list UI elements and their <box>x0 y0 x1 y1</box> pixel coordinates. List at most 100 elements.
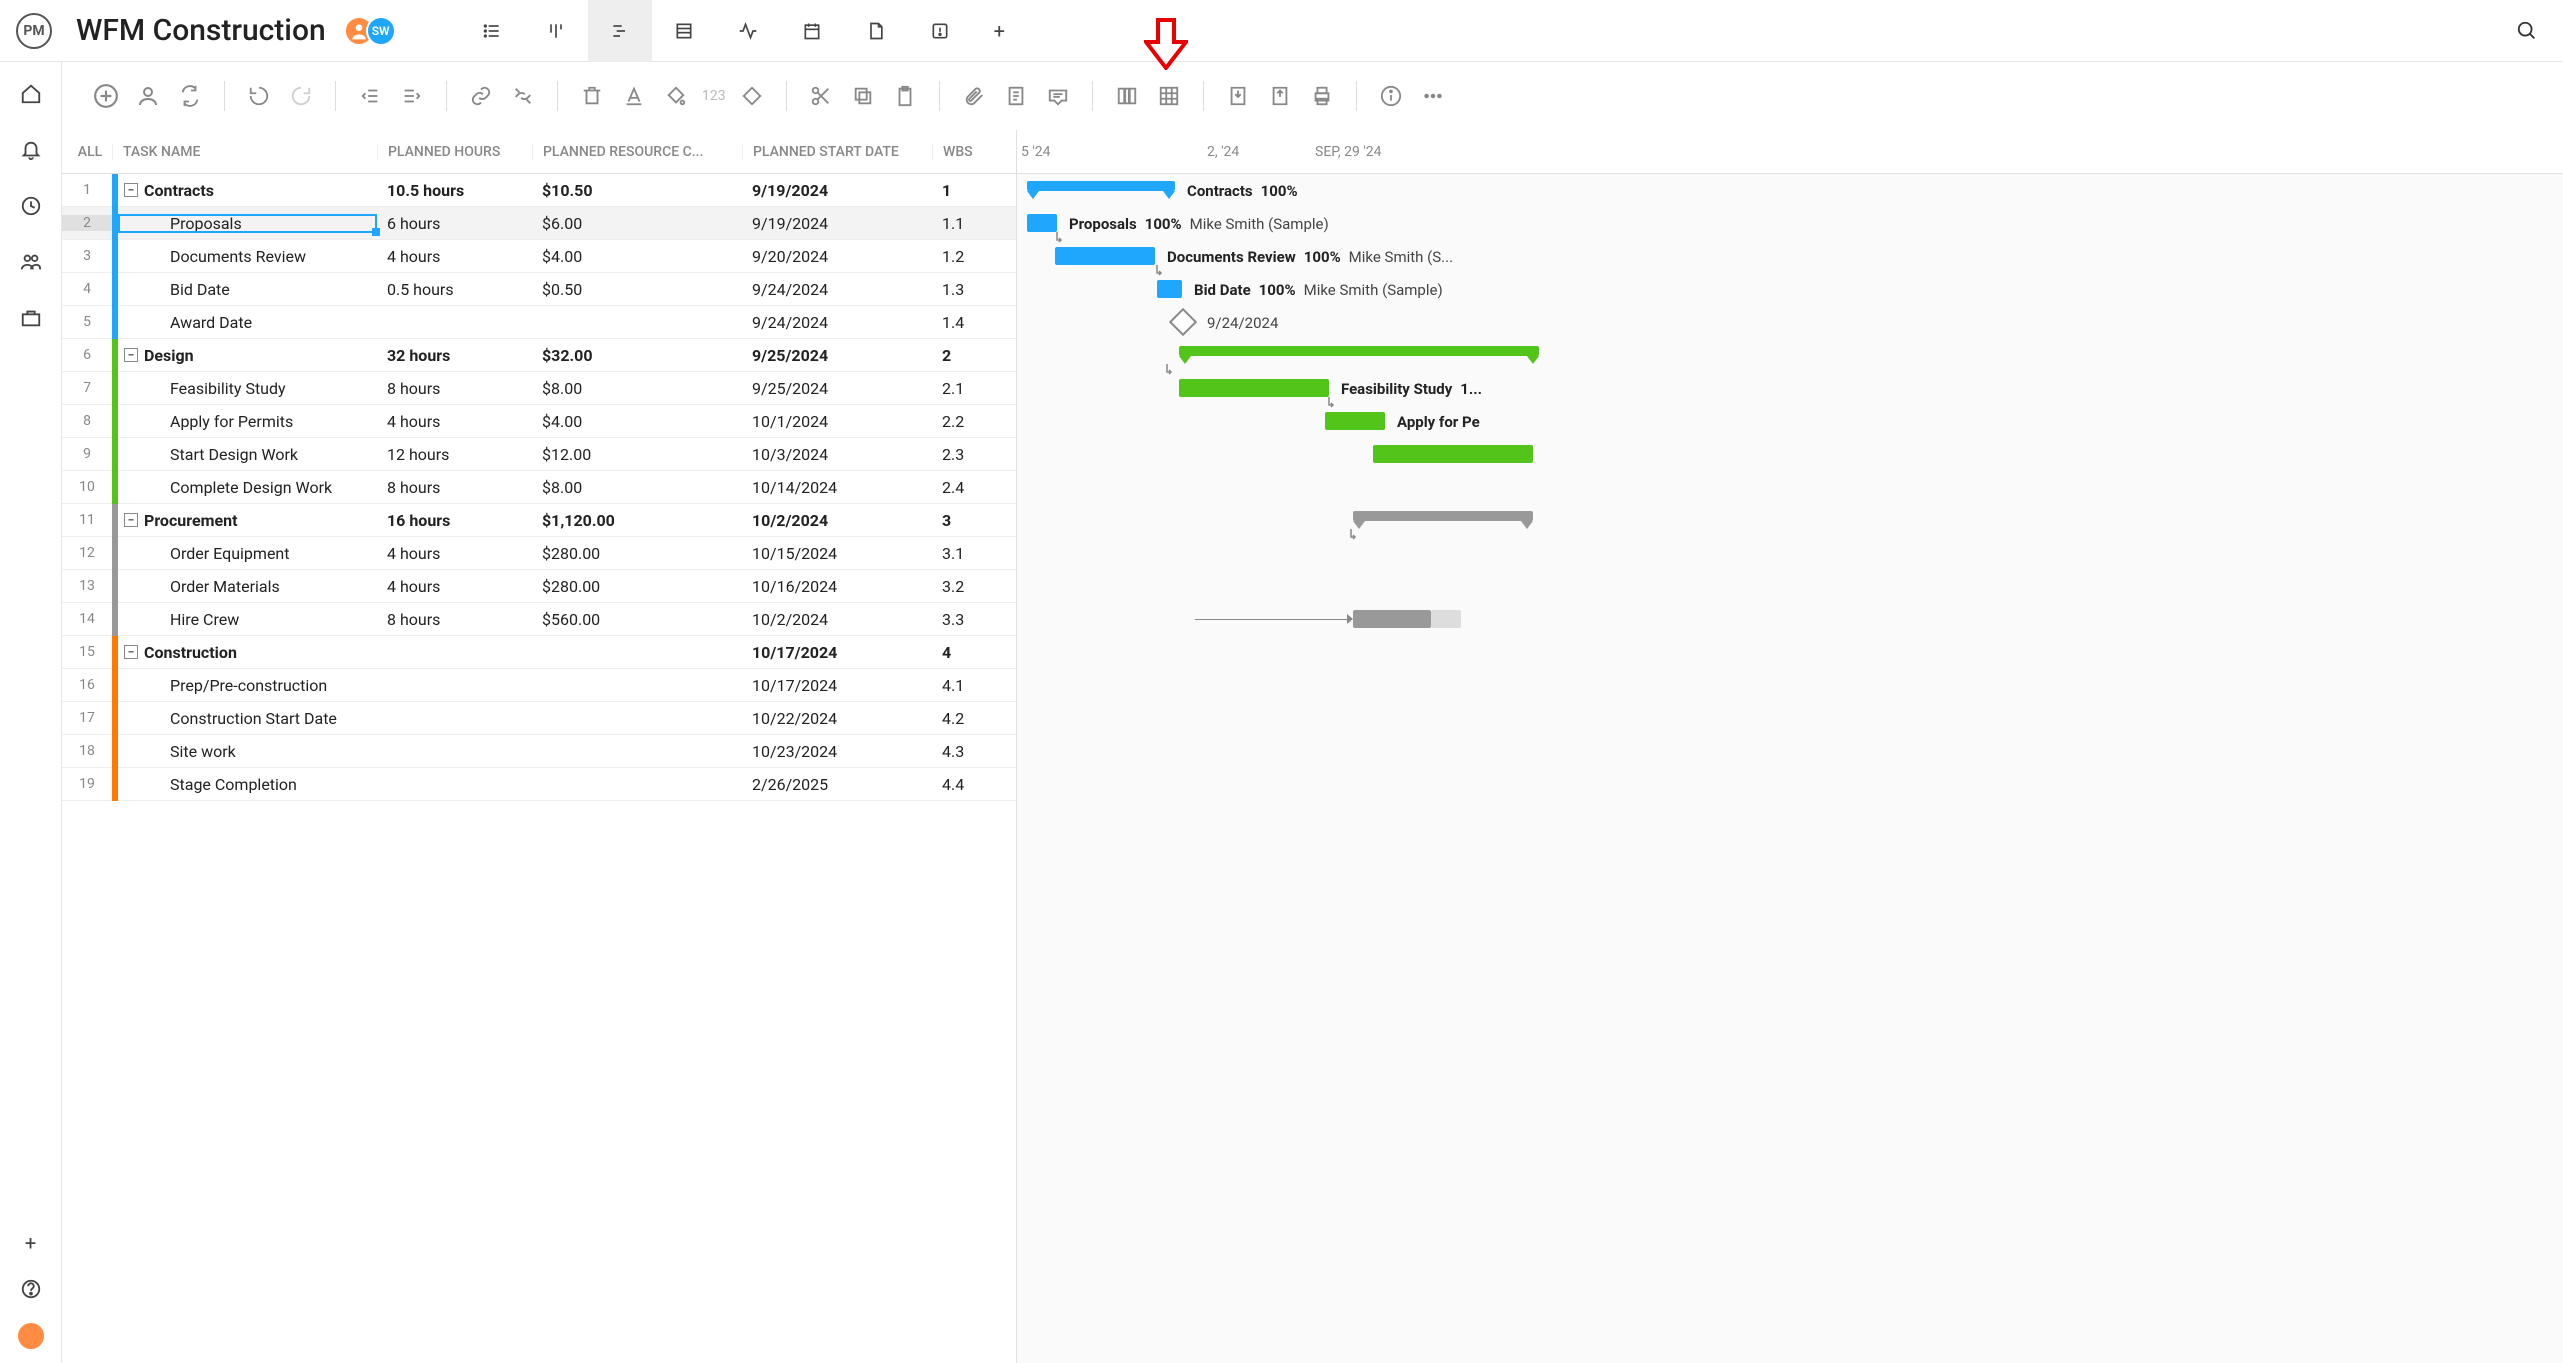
task-row[interactable]: 4Bid Date0.5 hours$0.509/24/20241.3 <box>62 273 1016 306</box>
task-row[interactable]: 3Documents Review4 hours$4.009/20/20241.… <box>62 240 1016 273</box>
wbs-cell[interactable]: 2.3 <box>932 445 1002 464</box>
task-name-cell[interactable]: Award Date <box>118 313 377 332</box>
planned-start-cell[interactable]: 10/16/2024 <box>742 577 932 596</box>
task-row[interactable]: 19Stage Completion2/26/20254.4 <box>62 768 1016 801</box>
planned-hours-cell[interactable]: 32 hours <box>377 346 532 365</box>
expand-toggle[interactable]: − <box>124 513 138 527</box>
task-row[interactable]: 5Award Date9/24/20241.4 <box>62 306 1016 339</box>
row-number[interactable]: 5 <box>62 314 112 330</box>
task-row[interactable]: 13Order Materials4 hours$280.0010/16/202… <box>62 570 1016 603</box>
wbs-cell[interactable]: 4.1 <box>932 676 1002 695</box>
planned-start-cell[interactable]: 10/1/2024 <box>742 412 932 431</box>
gantt-row[interactable] <box>1017 603 2563 636</box>
row-number[interactable]: 18 <box>62 743 112 759</box>
columns-button[interactable] <box>1111 80 1143 112</box>
row-number[interactable]: 9 <box>62 446 112 462</box>
wbs-cell[interactable]: 3.3 <box>932 610 1002 629</box>
expand-toggle[interactable]: − <box>124 645 138 659</box>
milestone-marker[interactable] <box>1169 308 1197 336</box>
planned-cost-cell[interactable]: $280.00 <box>532 544 742 563</box>
task-name-cell[interactable]: Proposals <box>118 214 377 233</box>
nav-team[interactable] <box>17 248 45 276</box>
gantt-row[interactable] <box>1017 702 2563 735</box>
comment-button[interactable] <box>1042 80 1074 112</box>
planned-cost-cell[interactable]: $0.50 <box>532 280 742 299</box>
gantt-row[interactable] <box>1017 636 2563 669</box>
planned-start-cell[interactable]: 10/22/2024 <box>742 709 932 728</box>
gantt-task-bar[interactable] <box>1179 379 1329 397</box>
copy-button[interactable] <box>847 80 879 112</box>
gantt-row[interactable]: Proposals 100% Mike Smith (Sample) <box>1017 207 2563 240</box>
task-name-cell[interactable]: Bid Date <box>118 280 377 299</box>
planned-cost-cell[interactable]: $280.00 <box>532 577 742 596</box>
task-row[interactable]: 9Start Design Work12 hours$12.0010/3/202… <box>62 438 1016 471</box>
view-sheet[interactable] <box>652 0 716 62</box>
row-number[interactable]: 19 <box>62 776 112 792</box>
task-name-cell[interactable]: Start Design Work <box>118 445 377 464</box>
wbs-cell[interactable]: 1.4 <box>932 313 1002 332</box>
task-row[interactable]: 14Hire Crew8 hours$560.0010/2/20243.3 <box>62 603 1016 636</box>
row-number[interactable]: 10 <box>62 479 112 495</box>
gantt-task-bar[interactable] <box>1027 214 1057 232</box>
planned-start-cell[interactable]: 10/17/2024 <box>742 676 932 695</box>
planned-cost-cell[interactable]: $4.00 <box>532 412 742 431</box>
app-logo[interactable]: PM <box>16 13 52 49</box>
row-number[interactable]: 7 <box>62 380 112 396</box>
gantt-row[interactable] <box>1017 438 2563 471</box>
member-avatars[interactable]: SW <box>344 16 396 46</box>
gantt-task-bar[interactable] <box>1055 247 1155 265</box>
add-task-button[interactable] <box>90 80 122 112</box>
paste-button[interactable] <box>889 80 921 112</box>
view-add[interactable]: + <box>972 0 1036 62</box>
more-button[interactable] <box>1417 80 1449 112</box>
task-name-cell[interactable]: Feasibility Study <box>118 379 377 398</box>
redo-button[interactable] <box>285 80 317 112</box>
outdent-button[interactable] <box>354 80 386 112</box>
view-workload[interactable] <box>716 0 780 62</box>
row-number[interactable]: 14 <box>62 611 112 627</box>
wbs-cell[interactable]: 3 <box>932 511 1002 530</box>
planned-cost-cell[interactable]: $6.00 <box>532 214 742 233</box>
gantt-row[interactable] <box>1017 504 2563 537</box>
task-name-cell[interactable]: −Construction <box>118 643 377 662</box>
wbs-cell[interactable]: 2.4 <box>932 478 1002 497</box>
nav-add[interactable]: + <box>17 1229 45 1257</box>
planned-start-cell[interactable]: 9/25/2024 <box>742 379 932 398</box>
planned-hours-cell[interactable]: 0.5 hours <box>377 280 532 299</box>
search-button[interactable] <box>2507 11 2547 51</box>
row-number[interactable]: 1 <box>62 182 112 198</box>
planned-start-cell[interactable]: 2/26/2025 <box>742 775 932 794</box>
task-name-cell[interactable]: Documents Review <box>118 247 377 266</box>
sync-button[interactable] <box>174 80 206 112</box>
gantt-row[interactable] <box>1017 537 2563 570</box>
planned-hours-cell[interactable]: 12 hours <box>377 445 532 464</box>
gantt-chart[interactable]: 5 '24 2, '24 SEP, 29 '24 Contracts 100%P… <box>1017 130 2563 1363</box>
task-name-cell[interactable]: Construction Start Date <box>118 709 377 728</box>
grid-button[interactable] <box>1153 80 1185 112</box>
task-row[interactable]: 15−Construction10/17/20244 <box>62 636 1016 669</box>
nav-help[interactable] <box>17 1275 45 1303</box>
task-name-cell[interactable]: Site work <box>118 742 377 761</box>
row-number[interactable]: 12 <box>62 545 112 561</box>
col-header-hours[interactable]: PLANNED HOURS <box>377 144 532 160</box>
task-name-cell[interactable]: Order Materials <box>118 577 377 596</box>
planned-hours-cell[interactable]: 8 hours <box>377 610 532 629</box>
planned-hours-cell[interactable]: 8 hours <box>377 379 532 398</box>
view-list[interactable] <box>460 0 524 62</box>
gantt-task-bar[interactable] <box>1373 445 1533 463</box>
expand-toggle[interactable]: − <box>124 183 138 197</box>
wbs-cell[interactable]: 1.3 <box>932 280 1002 299</box>
planned-start-cell[interactable]: 10/2/2024 <box>742 610 932 629</box>
milestone-button[interactable] <box>736 80 768 112</box>
task-name-cell[interactable]: Order Equipment <box>118 544 377 563</box>
planned-hours-cell[interactable]: 4 hours <box>377 577 532 596</box>
planned-hours-cell[interactable]: 4 hours <box>377 247 532 266</box>
wbs-cell[interactable]: 2 <box>932 346 1002 365</box>
delete-button[interactable] <box>576 80 608 112</box>
wbs-cell[interactable]: 3.2 <box>932 577 1002 596</box>
gantt-row[interactable] <box>1017 768 2563 801</box>
planned-start-cell[interactable]: 10/2/2024 <box>742 511 932 530</box>
planned-cost-cell[interactable]: $8.00 <box>532 379 742 398</box>
export-button[interactable] <box>1264 80 1296 112</box>
assign-button[interactable] <box>132 80 164 112</box>
